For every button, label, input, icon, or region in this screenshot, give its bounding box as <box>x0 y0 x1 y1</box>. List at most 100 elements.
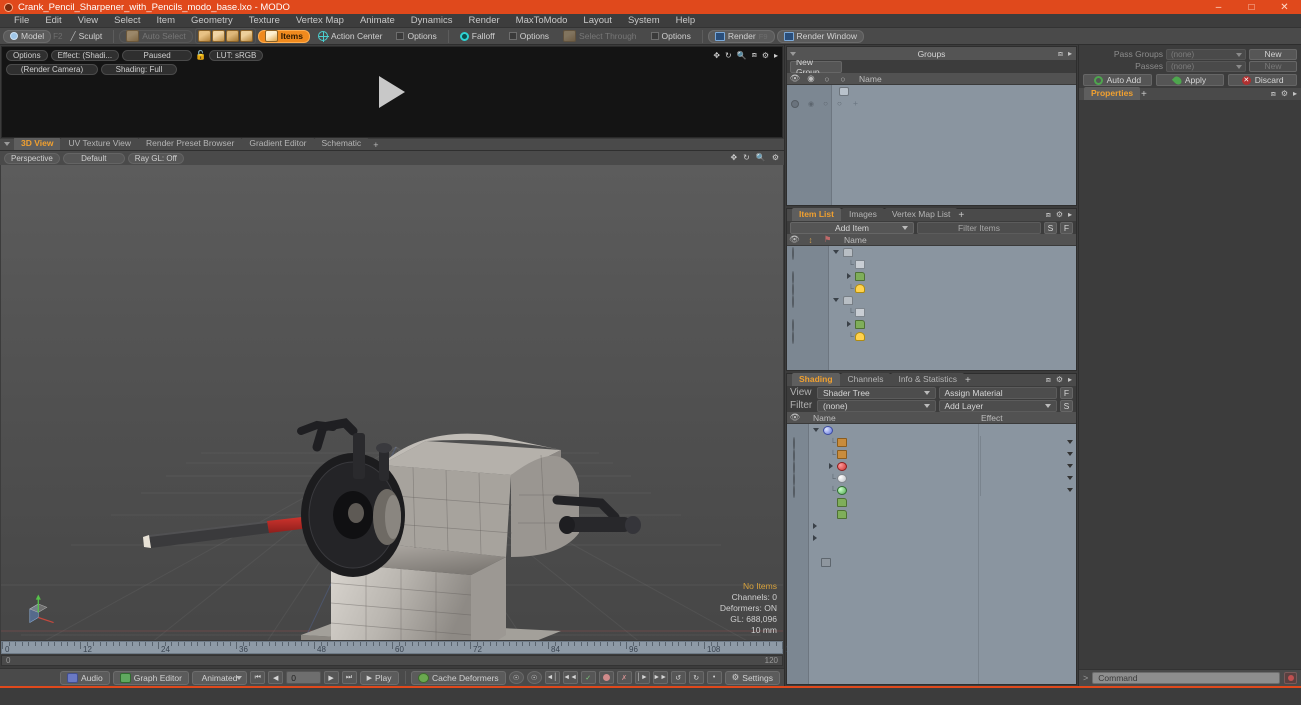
loop-button[interactable]: ↺ <box>670 671 686 684</box>
item-list-row[interactable] <box>787 294 1076 306</box>
render-button[interactable]: Render F9 <box>707 29 775 43</box>
zoom-icon[interactable]: 🔍 <box>756 153 766 162</box>
falloff-button[interactable]: Falloff <box>454 30 501 43</box>
chevron-right-icon[interactable]: ▸ <box>1068 375 1072 385</box>
viewport-style-button[interactable]: Default <box>62 152 125 164</box>
filter-items-field[interactable]: Filter Items <box>917 221 1041 234</box>
item-list-row[interactable]: └ <box>787 330 1076 342</box>
shading-s-button[interactable]: S <box>1060 399 1073 412</box>
cache-deformers-button[interactable]: Cache Deformers <box>411 670 506 685</box>
tab-item-list[interactable]: Item List <box>792 208 841 221</box>
close-icon[interactable]: ✕ <box>1268 0 1301 14</box>
play-overlay-icon[interactable] <box>379 76 405 108</box>
tab-add-tab-icon[interactable]: + <box>958 210 964 221</box>
menu-item-item[interactable]: Item <box>149 14 183 28</box>
settings-button[interactable]: ⚙ Settings <box>724 670 780 685</box>
shader-tree-row[interactable] <box>787 532 1076 544</box>
menu-item-file[interactable]: File <box>6 14 37 28</box>
chevron-right-icon[interactable]: ▸ <box>1293 89 1297 99</box>
ik-toggle-button[interactable]: ☉ <box>508 671 524 684</box>
expand-icon[interactable] <box>847 273 851 279</box>
lock-icon[interactable]: 🔓 <box>195 50 206 61</box>
menu-item-dynamics[interactable]: Dynamics <box>403 14 461 28</box>
animated-dropdown[interactable]: Animated <box>191 670 248 685</box>
discard-button[interactable]: ✕ Discard <box>1228 74 1298 86</box>
item-list-f-button[interactable]: F <box>1060 221 1073 234</box>
mode-model-button[interactable]: Model <box>3 29 52 43</box>
preview-effect-button[interactable]: Effect: (Shadi... <box>50 50 120 61</box>
menu-item-maxtomodo[interactable]: MaxToModo <box>508 14 576 28</box>
menu-item-vertex-map[interactable]: Vertex Map <box>288 14 352 28</box>
tab-render-preset-browser[interactable]: Render Preset Browser <box>138 137 242 150</box>
item-list-row[interactable]: └ <box>787 258 1076 270</box>
shader-tree-row[interactable]: └ <box>787 448 1076 460</box>
action-center-options-button[interactable]: Options <box>390 30 442 43</box>
panel-menu-icon[interactable] <box>790 51 796 56</box>
collapse-icon[interactable] <box>833 250 839 254</box>
zoom-icon[interactable]: 🔍 <box>737 51 747 60</box>
tab-vertex-map-list[interactable]: Vertex Map List <box>884 208 958 221</box>
command-record-button[interactable] <box>1284 672 1297 684</box>
expand-icon[interactable] <box>813 523 817 529</box>
gear-icon[interactable]: ⚙ <box>762 51 769 60</box>
falloff-options-button[interactable]: Options <box>503 30 555 43</box>
shader-filter-dropdown[interactable]: (none) <box>817 399 936 412</box>
menu-item-help[interactable]: Help <box>668 14 704 28</box>
item-list[interactable]: └ └ └ └ <box>787 246 1076 370</box>
shader-effect-cell[interactable] <box>980 484 1076 496</box>
tab-add-tab-icon[interactable]: + <box>369 140 382 150</box>
menu-item-animate[interactable]: Animate <box>352 14 403 28</box>
create-key-button[interactable] <box>598 671 614 684</box>
previous-frame-button[interactable]: ◀ <box>268 671 284 684</box>
groups-list[interactable]: + ◉ ○ ○ <box>787 85 1076 205</box>
tab-channels[interactable]: Channels <box>840 373 891 386</box>
select-through-options-button[interactable]: Options <box>645 30 697 43</box>
shader-tree-row[interactable]: └ <box>787 472 1076 484</box>
pass-groups-dropdown[interactable]: (none) <box>1166 48 1246 60</box>
item-list-row[interactable] <box>787 270 1076 282</box>
gear-icon[interactable]: ⚙ <box>772 153 779 162</box>
items-mode-button[interactable]: Items <box>257 29 310 43</box>
vertex-mode-icon[interactable] <box>197 30 211 42</box>
tab-add-tab-icon[interactable]: + <box>1141 89 1147 100</box>
new-pass-button[interactable]: New <box>1249 60 1297 72</box>
command-input[interactable]: Command <box>1092 672 1280 684</box>
menu-item-texture[interactable]: Texture <box>241 14 288 28</box>
mode-sculpt-button[interactable]: ╱ Sculpt <box>65 30 109 43</box>
polygon-mode-icon[interactable] <box>225 30 239 42</box>
shader-tree-row[interactable] <box>787 496 1076 508</box>
shader-effect-cell[interactable] <box>980 460 1076 472</box>
tab-schematic[interactable]: Schematic <box>314 137 369 150</box>
new-pass-group-button[interactable]: New <box>1249 48 1297 60</box>
key-next2-button[interactable]: ►► <box>652 671 668 684</box>
tab-gradient-editor[interactable]: Gradient Editor <box>242 137 314 150</box>
menu-item-select[interactable]: Select <box>106 14 148 28</box>
shader-view-dropdown[interactable]: Shader Tree <box>817 386 936 399</box>
expand-icon[interactable] <box>829 463 833 469</box>
tab-shading[interactable]: Shading <box>792 373 840 386</box>
shader-effect-cell[interactable] <box>980 472 1076 484</box>
edge-mode-icon[interactable] <box>211 30 225 42</box>
chevron-right-icon[interactable]: ▸ <box>1068 49 1072 59</box>
tab-add-tab-icon[interactable]: + <box>965 375 971 386</box>
visibility-toggle[interactable] <box>791 99 799 108</box>
item-list-row[interactable] <box>787 318 1076 330</box>
audio-button[interactable]: Audio <box>59 670 110 685</box>
add-layer-dropdown[interactable]: Add Layer <box>938 399 1057 412</box>
move-icon[interactable]: ✥ <box>730 153 737 162</box>
auto-select-button[interactable]: Auto Select <box>119 29 193 43</box>
rotate-icon[interactable]: ↻ <box>725 51 732 60</box>
item-list-s-button[interactable]: S <box>1044 221 1057 234</box>
tab-info-statistics[interactable]: Info & Statistics <box>891 373 965 386</box>
shader-effect-cell[interactable] <box>980 448 1076 460</box>
shading-f-button[interactable]: F <box>1060 386 1073 399</box>
menu-item-view[interactable]: View <box>70 14 106 28</box>
tab-3d-view[interactable]: 3D View <box>14 137 61 150</box>
maximize-panel-icon[interactable]: ⧈ <box>752 50 757 60</box>
preview-camera-button[interactable]: (Render Camera) <box>6 64 98 75</box>
key-prev2-button[interactable]: ◄◄ <box>562 671 578 684</box>
item-list-row[interactable] <box>787 246 1076 258</box>
shader-tree-row[interactable] <box>787 544 1076 556</box>
shader-tree-row[interactable] <box>787 508 1076 520</box>
gear-icon[interactable]: ⚙ <box>1056 210 1063 220</box>
